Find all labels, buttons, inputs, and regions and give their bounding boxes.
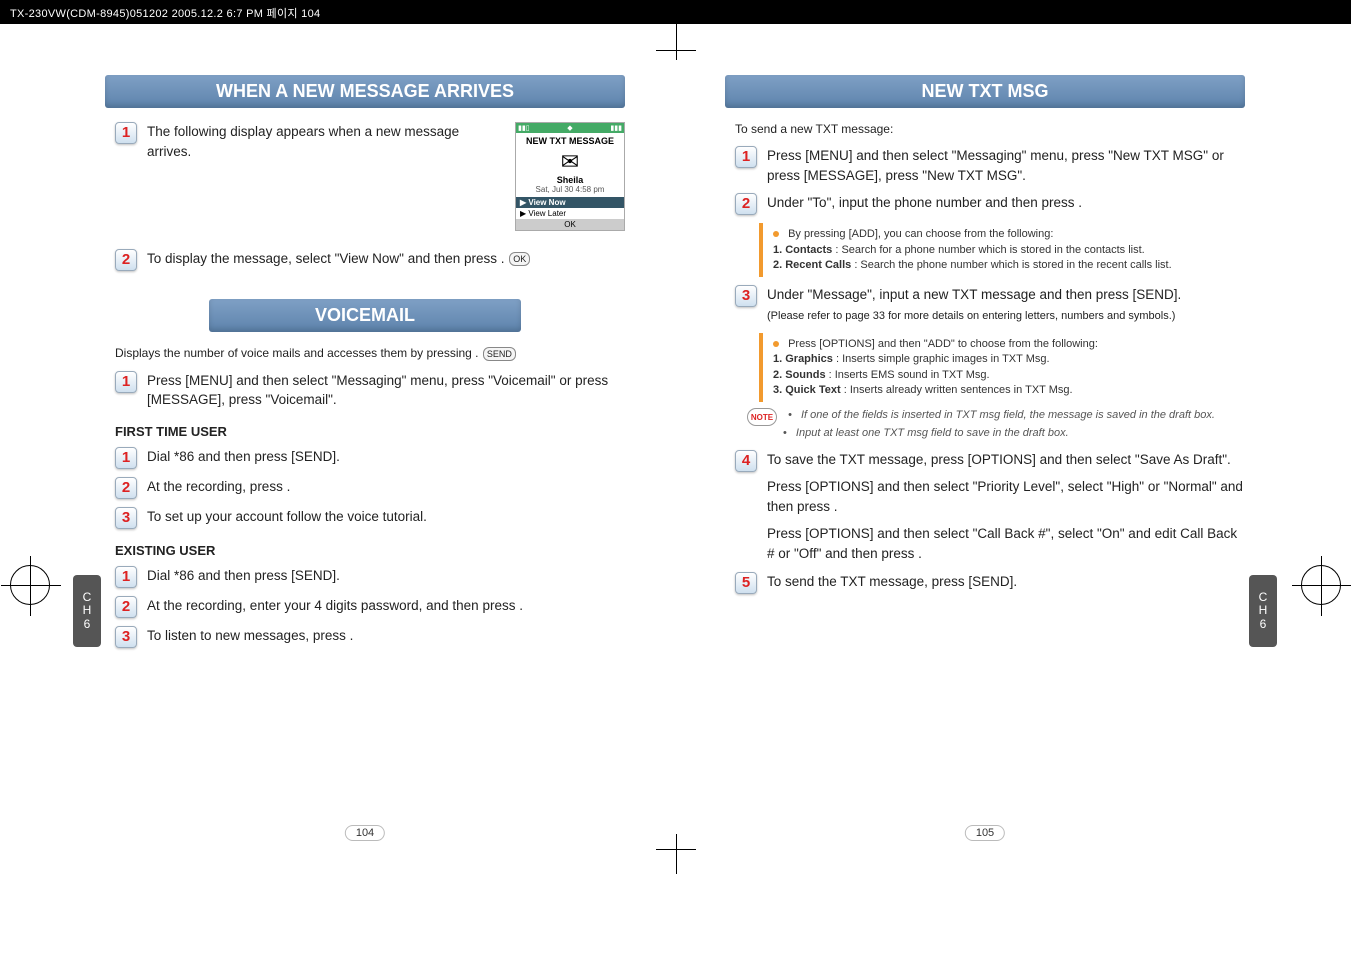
step-number-icon: 1 bbox=[115, 122, 137, 144]
step-text: To listen to new messages, press . bbox=[147, 626, 625, 646]
ex-step-3: 3 To listen to new messages, press . bbox=[115, 626, 625, 648]
r-step-3: 3 Under "Message", input a new TXT messa… bbox=[735, 285, 1245, 325]
bullet-icon bbox=[773, 231, 779, 237]
step-number-icon: 1 bbox=[115, 447, 137, 469]
ex-step-1: 1 Dial *86 and then press [SEND]. bbox=[115, 566, 625, 588]
bullet-icon bbox=[773, 341, 779, 347]
page-number-left: 104 bbox=[345, 825, 385, 841]
step-number-icon: 3 bbox=[735, 285, 757, 307]
page-number-right: 105 bbox=[965, 825, 1005, 841]
phone-option-view-now: ▶ View Now bbox=[516, 197, 624, 208]
phone-status-bar: ▮▮▯◆▮▮▮ bbox=[516, 123, 624, 133]
send-key-icon: SEND bbox=[483, 347, 516, 361]
step-text: At the recording, enter your 4 digits pa… bbox=[147, 596, 625, 616]
step-text: Under "Message", input a new TXT message… bbox=[767, 285, 1245, 325]
phone-ok-softkey: OK bbox=[516, 219, 624, 230]
step-text: To display the message, select "View Now… bbox=[147, 249, 625, 269]
ok-key-icon: OK bbox=[509, 252, 530, 266]
existing-user-heading: EXISTING USER bbox=[115, 543, 625, 558]
step-text: Dial *86 and then press [SEND]. bbox=[147, 447, 625, 467]
step-text: The following display appears when a new… bbox=[147, 122, 505, 161]
step-2: 2 To display the message, select "View N… bbox=[115, 249, 625, 271]
step-text: To send the TXT message, press [SEND]. bbox=[767, 572, 1245, 592]
registration-mark-right bbox=[1301, 565, 1341, 605]
step-number-icon: 2 bbox=[735, 193, 757, 215]
note-badge-icon: NOTE bbox=[747, 408, 777, 426]
new-txt-intro: To send a new TXT message: bbox=[735, 122, 1235, 136]
step-number-icon: 4 bbox=[735, 450, 757, 472]
step-text: To save the TXT message, press [OPTIONS]… bbox=[767, 450, 1245, 564]
section-banner-new-txt: NEW TXT MSG bbox=[725, 75, 1245, 108]
step-number-icon: 3 bbox=[115, 626, 137, 648]
r-step-4: 4 To save the TXT message, press [OPTION… bbox=[735, 450, 1245, 564]
step-number-icon: 2 bbox=[115, 477, 137, 499]
r-step-1: 1 Press [MENU] and then select "Messagin… bbox=[735, 146, 1245, 185]
phone-date: Sat, Jul 30 4:58 pm bbox=[516, 185, 624, 197]
phone-option-view-later: ▶ View Later bbox=[516, 208, 624, 219]
step-number-icon: 2 bbox=[115, 596, 137, 618]
r-step-2: 2 Under "To", input the phone number and… bbox=[735, 193, 1245, 215]
page-spread: CH6 WHEN A NEW MESSAGE ARRIVES ▮▮▯◆▮▮▮ N… bbox=[75, 55, 1275, 845]
phone-sender: Sheila bbox=[516, 175, 624, 185]
envelope-icon: ✉ bbox=[516, 149, 624, 175]
page-right: CH6 NEW TXT MSG To send a new TXT messag… bbox=[695, 55, 1275, 845]
step-number-icon: 2 bbox=[115, 249, 137, 271]
step-text: To set up your account follow the voice … bbox=[147, 507, 625, 527]
r-step-5: 5 To send the TXT message, press [SEND]. bbox=[735, 572, 1245, 594]
step-text: Press [MENU] and then select "Messaging"… bbox=[147, 371, 625, 410]
ft-step-3: 3 To set up your account follow the voic… bbox=[115, 507, 625, 529]
step-number-icon: 3 bbox=[115, 507, 137, 529]
step-number-icon: 1 bbox=[115, 371, 137, 393]
step-number-icon: 1 bbox=[115, 566, 137, 588]
first-time-user-heading: FIRST TIME USER bbox=[115, 424, 625, 439]
ft-step-2: 2 At the recording, press . bbox=[115, 477, 625, 499]
section-banner-new-message: WHEN A NEW MESSAGE ARRIVES bbox=[105, 75, 625, 108]
step-text: Dial *86 and then press [SEND]. bbox=[147, 566, 625, 586]
voicemail-intro: Displays the number of voice mails and a… bbox=[115, 346, 615, 361]
phone-screen-mock: ▮▮▯◆▮▮▮ NEW TXT MESSAGE ✉ Sheila Sat, Ju… bbox=[515, 122, 625, 231]
registration-mark-left bbox=[10, 565, 50, 605]
step-number-icon: 5 bbox=[735, 572, 757, 594]
section-banner-voicemail: VOICEMAIL bbox=[209, 299, 521, 332]
note-box-options: Press [OPTIONS] and then "ADD" to choose… bbox=[759, 333, 1245, 403]
page-left: CH6 WHEN A NEW MESSAGE ARRIVES ▮▮▯◆▮▮▮ N… bbox=[75, 55, 655, 845]
tip-note: NOTE • If one of the fields is inserted … bbox=[783, 408, 1245, 441]
bullet-icon: • bbox=[788, 409, 792, 421]
chapter-tab-right: CH6 bbox=[1249, 575, 1277, 647]
chapter-tab-left: CH6 bbox=[73, 575, 101, 647]
note-box-add: By pressing [ADD], you can choose from t… bbox=[759, 223, 1245, 277]
vm-step-1: 1 Press [MENU] and then select "Messagin… bbox=[115, 371, 625, 410]
step-text: Under "To", input the phone number and t… bbox=[767, 193, 1245, 213]
ex-step-2: 2 At the recording, enter your 4 digits … bbox=[115, 596, 625, 618]
step-number-icon: 1 bbox=[735, 146, 757, 168]
step-1: 1 The following display appears when a n… bbox=[115, 122, 505, 161]
bullet-icon: • bbox=[783, 427, 787, 439]
phone-screen-title: NEW TXT MESSAGE bbox=[516, 133, 624, 149]
ft-step-1: 1 Dial *86 and then press [SEND]. bbox=[115, 447, 625, 469]
step-text: Press [MENU] and then select "Messaging"… bbox=[767, 146, 1245, 185]
step-text: At the recording, press . bbox=[147, 477, 625, 497]
